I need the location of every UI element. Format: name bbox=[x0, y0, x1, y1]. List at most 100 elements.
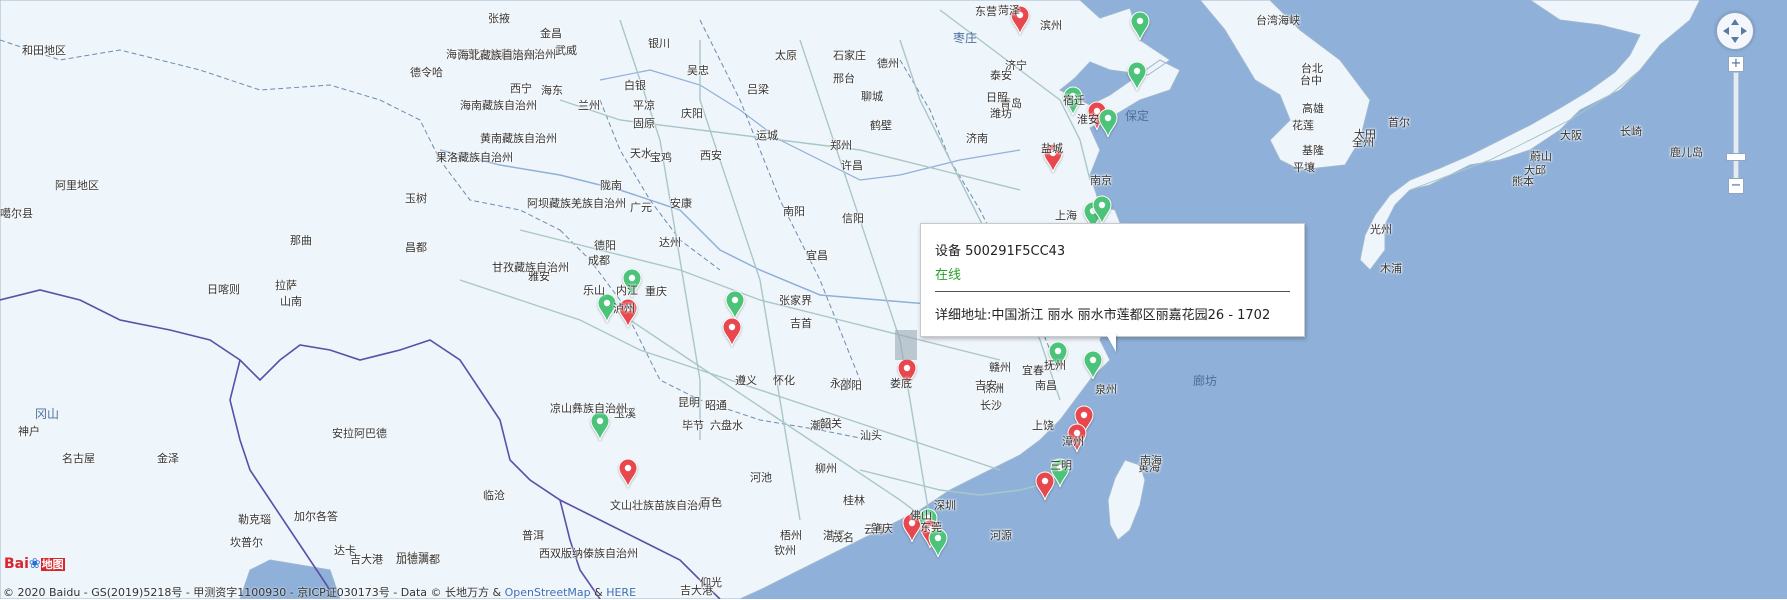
city-label: 安康 bbox=[670, 197, 692, 210]
city-label: 淮安 bbox=[1077, 113, 1099, 126]
city-label: 盐城 bbox=[1041, 142, 1063, 155]
city-label: 广元 bbox=[630, 201, 652, 214]
city-label: 六盘水 bbox=[710, 419, 743, 432]
city-label: 吉安 bbox=[975, 379, 997, 392]
city-label: 河源 bbox=[990, 529, 1012, 542]
city-label: 吴忠 bbox=[687, 64, 709, 77]
city-label: 抚州 bbox=[1044, 359, 1066, 372]
copyright-text: © 2020 Baidu - GS(2019)5218号 - 甲测资字11009… bbox=[3, 586, 505, 599]
city-label: 德阳 bbox=[594, 239, 616, 252]
city-label: 高雄 bbox=[1302, 102, 1324, 115]
city-label: 文山壮族苗族自治州 bbox=[610, 499, 709, 512]
city-label: 白银 bbox=[624, 79, 646, 92]
popup-anchor-shadow bbox=[895, 330, 917, 360]
pan-control[interactable] bbox=[1716, 12, 1754, 50]
city-label: 宿迁 bbox=[1063, 94, 1085, 107]
city-label: 加尔各答 bbox=[294, 510, 338, 523]
city-label: 长崎 bbox=[1620, 125, 1642, 138]
city-label: 昌都 bbox=[405, 241, 427, 254]
city-label: 茂名 bbox=[832, 531, 854, 544]
city-label: 南阳 bbox=[783, 205, 805, 218]
zoom-slider-track[interactable] bbox=[1733, 72, 1739, 184]
city-label: 内江 bbox=[616, 284, 638, 297]
here-link[interactable]: HERE bbox=[606, 586, 636, 599]
city-label: 平凉 bbox=[633, 99, 655, 112]
city-label: 吉首 bbox=[790, 317, 812, 330]
city-label: 柳州 bbox=[815, 462, 837, 475]
city-label: 德令哈 bbox=[410, 66, 443, 79]
city-label: 上饶 bbox=[1032, 419, 1054, 432]
openstreetmap-link[interactable]: OpenStreetMap bbox=[505, 586, 591, 599]
city-label: 东莞 bbox=[920, 521, 942, 534]
city-label: 拉萨 bbox=[275, 279, 297, 292]
city-label: 邵阳 bbox=[840, 379, 862, 392]
city-label: 天水 bbox=[630, 147, 652, 160]
popup-address: 详细地址:中国浙江 丽水 丽水市莲都区丽嘉花园26 - 1702 bbox=[935, 308, 1271, 323]
city-label: 花莲 bbox=[1292, 119, 1314, 132]
city-label: 枣庄 bbox=[953, 31, 978, 45]
city-label: 南京 bbox=[1090, 174, 1112, 187]
city-label: 金昌 bbox=[540, 27, 562, 40]
city-label: 台湾海峡 bbox=[1256, 14, 1300, 27]
popup-device-title: 设备 500291F5CC43 bbox=[935, 244, 1066, 259]
city-label: 武威 bbox=[555, 44, 577, 57]
city-label: 廊坊 bbox=[1193, 374, 1218, 388]
city-label: 银川 bbox=[648, 37, 670, 50]
city-label: 桂林 bbox=[843, 494, 865, 507]
city-label: 许昌 bbox=[841, 159, 863, 172]
city-label: 和田地区 bbox=[22, 44, 66, 57]
baidu-logo[interactable]: Bai❀地图 bbox=[4, 556, 65, 572]
city-label: 首尔 bbox=[1388, 116, 1410, 129]
city-label: 仰光 bbox=[700, 576, 722, 589]
city-label: 济宁 bbox=[1005, 59, 1027, 72]
zoom-slider-handle[interactable] bbox=[1726, 153, 1746, 161]
city-label: 鹿儿岛 bbox=[1670, 146, 1703, 159]
device-info-popup[interactable]: 设备 500291F5CC43 在线 详细地址:中国浙江 丽水 丽水市莲都区丽嘉… bbox=[920, 223, 1305, 352]
zoom-out-button[interactable]: − bbox=[1728, 178, 1744, 194]
city-label: 昆明 bbox=[678, 396, 700, 409]
city-label: 吕梁 bbox=[747, 83, 769, 96]
city-label: 潍坊 bbox=[990, 107, 1012, 120]
map-canvas[interactable] bbox=[0, 0, 1787, 599]
city-label: 保定 bbox=[1125, 109, 1150, 123]
city-label: 昭通 bbox=[705, 399, 727, 412]
city-label: 玉树 bbox=[405, 192, 427, 205]
city-label: 海东 bbox=[541, 84, 563, 97]
city-label: 乐山 bbox=[583, 284, 605, 297]
city-label: 三明 bbox=[1050, 459, 1072, 472]
city-label: 临沧 bbox=[483, 489, 505, 502]
city-label: 海南藏族自治州 bbox=[460, 99, 537, 112]
city-label: 蔚山 bbox=[1530, 150, 1552, 163]
city-label: 上海 bbox=[1055, 209, 1077, 222]
city-label: 钦州 bbox=[774, 544, 796, 557]
city-label: 泉州 bbox=[1095, 383, 1117, 396]
city-label: 郑州 bbox=[830, 139, 852, 152]
city-label: 凉山彝族自治州 bbox=[550, 402, 627, 415]
city-label: 南昌 bbox=[1035, 379, 1057, 392]
popup-divider bbox=[935, 291, 1290, 292]
city-label: 太原 bbox=[775, 49, 797, 62]
city-label: 加德满都 bbox=[396, 553, 440, 566]
city-label: 长沙 bbox=[980, 399, 1002, 412]
city-label: 光州 bbox=[1370, 223, 1392, 236]
city-label: 西双版纳傣族自治州 bbox=[539, 547, 638, 560]
pan-arrows-icon bbox=[1723, 19, 1747, 43]
city-label: 海北藏族自治州 bbox=[458, 49, 535, 62]
popup-status: 在线 bbox=[935, 268, 962, 283]
city-label: 吉大港 bbox=[350, 553, 383, 566]
city-label: 黄南藏族自治州 bbox=[480, 132, 557, 145]
city-label: 张掖 bbox=[488, 12, 510, 25]
zoom-in-button[interactable]: + bbox=[1728, 56, 1744, 72]
copyright-amp: & bbox=[590, 586, 607, 599]
city-label: 南海 bbox=[1140, 454, 1162, 467]
city-label: 重庆 bbox=[645, 285, 667, 298]
city-label: 河池 bbox=[750, 471, 772, 484]
city-label: 邢台 bbox=[833, 72, 855, 85]
city-label: 梧州 bbox=[780, 529, 802, 542]
city-label: 德州 bbox=[877, 57, 899, 70]
city-label: 济南 bbox=[966, 132, 988, 145]
city-label: 雅安 bbox=[528, 270, 550, 283]
baidu-paw-icon: ❀ bbox=[28, 556, 41, 572]
city-label: 全州 bbox=[1352, 136, 1374, 149]
city-label: 毕节 bbox=[682, 419, 704, 432]
